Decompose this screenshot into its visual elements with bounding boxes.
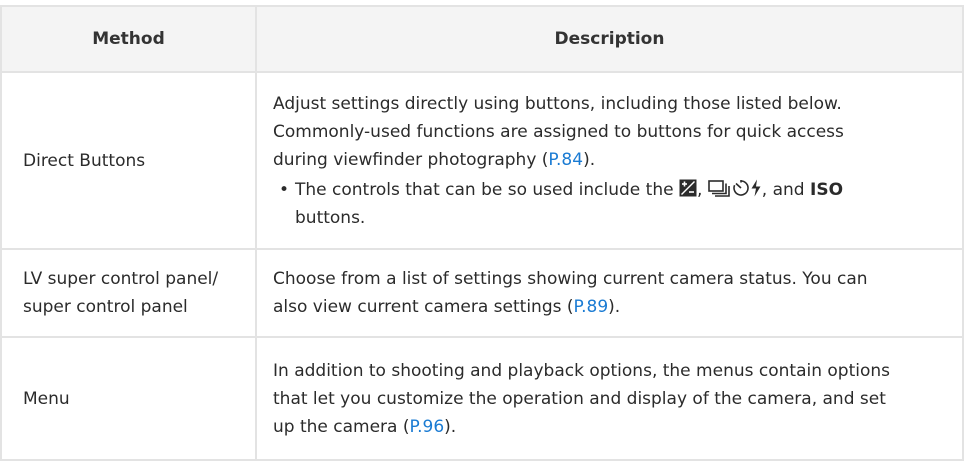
description-line: that let you customize the operation and…: [273, 388, 886, 409]
method-lv-super-control-panel: LV super control panel/: [23, 269, 219, 289]
description-cell: In addition to shooting and playback opt…: [255, 336, 964, 461]
description-line: Adjust settings directly using buttons, …: [273, 93, 842, 114]
page-link-p89[interactable]: P.89: [574, 297, 609, 317]
method-direct-buttons: Direct Buttons: [23, 150, 146, 171]
exposure-compensation-icon: [679, 179, 697, 197]
page-link-p84[interactable]: P.84: [548, 150, 583, 170]
description-text: ).: [608, 297, 621, 317]
description-text: also view current camera settings (: [273, 297, 574, 317]
self-timer-icon: [732, 179, 750, 197]
header-method: Method: [0, 5, 257, 73]
description-text: up the camera (: [273, 416, 410, 437]
bullet-text: buttons.: [295, 207, 366, 228]
flash-icon: [750, 179, 762, 197]
method-cell: Menu: [0, 336, 257, 461]
method-cell: LV super control panel/ super control pa…: [0, 248, 257, 338]
methods-table: Method Description Direct Buttons Adjust…: [0, 5, 964, 461]
table-row: Direct Buttons Adjust settings directly …: [0, 71, 964, 250]
description-line: during viewfinder photography (P.84).: [273, 146, 944, 174]
method-super-control-panel: super control panel: [23, 297, 188, 317]
drive-mode-icon: [707, 179, 732, 197]
description-text: ).: [583, 149, 596, 170]
bullet-text: ,: [696, 179, 703, 200]
description-line: Choose from a list of settings showing c…: [273, 269, 868, 289]
table-row: LV super control panel/ super control pa…: [0, 248, 964, 338]
description-cell: Adjust settings directly using buttons, …: [255, 71, 964, 250]
description-line: up the camera (P.96).: [273, 413, 944, 441]
description-text: ).: [444, 416, 457, 437]
description-line: Commonly-used functions are assigned to …: [273, 121, 844, 142]
header-description: Description: [255, 5, 964, 73]
methods-table-container: Method Description Direct Buttons Adjust…: [0, 5, 964, 461]
bullet-text: The controls that can be so used include…: [295, 179, 674, 200]
description-text: during viewfinder photography (: [273, 149, 549, 170]
description-line: also view current camera settings (P.89)…: [273, 293, 944, 321]
method-cell: Direct Buttons: [0, 71, 257, 250]
bullet-text: , and: [761, 179, 805, 200]
page-link-p96[interactable]: P.96: [410, 417, 445, 437]
table-header-row: Method Description: [0, 5, 964, 73]
table-row: Menu In addition to shooting and playbac…: [0, 336, 964, 461]
bullet-marker: •: [279, 179, 290, 200]
method-menu: Menu: [23, 388, 70, 409]
description-line: In addition to shooting and playback opt…: [273, 360, 890, 381]
bullet-item: • The controls that can be so used inclu…: [273, 176, 944, 232]
iso-label: ISO: [810, 179, 844, 200]
description-cell: Choose from a list of settings showing c…: [255, 248, 964, 338]
